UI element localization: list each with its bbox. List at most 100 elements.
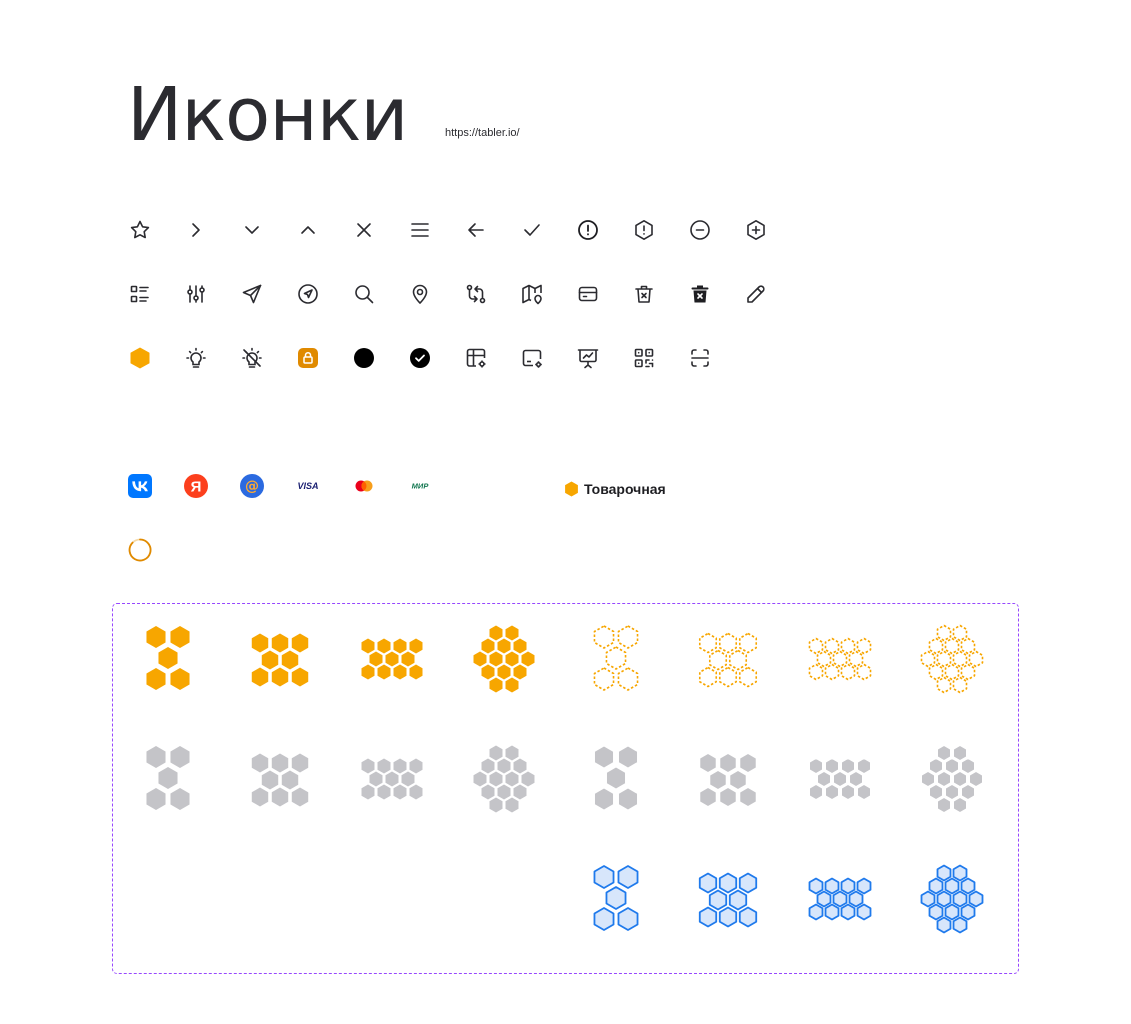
- hexagon-cell: [928, 903, 944, 921]
- hexagon-cell: [497, 784, 511, 800]
- hexagon-cell: [261, 770, 279, 790]
- search-icon[interactable]: [352, 282, 376, 306]
- minus-circle-icon[interactable]: [688, 218, 712, 242]
- hexagon-cell: [929, 758, 943, 774]
- hexagon-cell: [251, 787, 269, 807]
- hexagon-cell: [605, 646, 627, 670]
- list-details-icon[interactable]: [128, 282, 152, 306]
- loader-spinner-icon: [128, 538, 152, 562]
- hexagon-cell: [271, 667, 289, 687]
- hexagon-cell: [521, 651, 535, 667]
- adjustments-icon[interactable]: [184, 282, 208, 306]
- hexagon-cell: [728, 649, 748, 671]
- hexagon-cell: [728, 889, 748, 911]
- pencil-icon[interactable]: [744, 282, 768, 306]
- alert-hexagon-icon[interactable]: [632, 218, 656, 242]
- hexagon-cell: [481, 758, 495, 774]
- send-icon[interactable]: [240, 282, 264, 306]
- alert-circle-icon[interactable]: [576, 218, 600, 242]
- hexagon-cell: [617, 787, 639, 811]
- hexagon-cell: [593, 787, 615, 811]
- hexagon-cell: [261, 650, 279, 670]
- hexagon-cell: [936, 864, 952, 882]
- hexagon-cell: [953, 745, 967, 761]
- presentation-chart-icon[interactable]: [576, 346, 600, 370]
- map-pin-map-icon[interactable]: [520, 282, 544, 306]
- menu-icon[interactable]: [408, 218, 432, 242]
- chevron-up-icon[interactable]: [296, 218, 320, 242]
- hexagon-cell: [824, 663, 840, 681]
- hexagon-cell: [719, 753, 737, 773]
- hexagon-cell: [920, 890, 936, 908]
- hexagon-cell: [840, 663, 856, 681]
- yandex-icon[interactable]: Я: [184, 474, 208, 498]
- hexagon-cell: [824, 877, 840, 895]
- hexagon-cell: [833, 771, 847, 787]
- hexagon-cluster-icon: [473, 625, 535, 693]
- hexagon-cell: [816, 890, 832, 908]
- credit-card-icon[interactable]: [576, 282, 600, 306]
- hexagon-cell: [817, 771, 831, 787]
- hexagon-cell: [377, 784, 391, 800]
- switch-arrows-icon[interactable]: [464, 282, 488, 306]
- plus-hexagon-icon[interactable]: [744, 218, 768, 242]
- arrow-left-icon[interactable]: [464, 218, 488, 242]
- hexagon-cell: [840, 637, 856, 655]
- check-icon[interactable]: [520, 218, 544, 242]
- hexagon-cluster-icon: [698, 632, 758, 688]
- mir-icon[interactable]: МИР: [408, 474, 432, 498]
- chevron-down-icon[interactable]: [240, 218, 264, 242]
- table-settings-icon[interactable]: [464, 346, 488, 370]
- star-icon[interactable]: [128, 218, 152, 242]
- mastercard-icon[interactable]: [352, 474, 376, 498]
- hexagon-cell: [832, 890, 848, 908]
- hexagon-cell: [593, 625, 615, 649]
- hexagon-cell: [961, 784, 975, 800]
- scan-icon[interactable]: [688, 346, 712, 370]
- trash-x-filled-icon[interactable]: [688, 282, 712, 306]
- vk-icon[interactable]: [128, 474, 152, 498]
- hexagon-cell: [928, 637, 944, 655]
- hexagon-cell: [489, 771, 503, 787]
- lock-square-icon[interactable]: [296, 346, 320, 370]
- hexagon-cell: [593, 865, 615, 889]
- hexagon-cluster-icon: [593, 625, 639, 691]
- hex-cluster-gray-fill-4: [464, 739, 544, 819]
- hexagon-cell: [401, 771, 415, 787]
- hex-cluster-blue-outline-2: [688, 859, 768, 939]
- close-icon[interactable]: [352, 218, 376, 242]
- visa-icon[interactable]: VISA: [296, 474, 320, 498]
- hexagon-cluster-icon: [920, 624, 984, 694]
- hexagon-cluster-icon: [699, 753, 757, 807]
- hexagon-cell: [738, 872, 758, 894]
- hexagon-cluster-icon: [593, 865, 639, 931]
- hexagon-cell: [369, 651, 383, 667]
- hexagon-cell: [952, 864, 968, 882]
- hexagon-cell: [719, 787, 737, 807]
- qrcode-icon[interactable]: [632, 346, 656, 370]
- hexagon-cell: [361, 638, 375, 654]
- hexagon-cell: [718, 632, 738, 654]
- map-pin-icon[interactable]: [408, 282, 432, 306]
- hexagon-cell: [841, 784, 855, 800]
- device-settings-icon[interactable]: [520, 346, 544, 370]
- circle-filled-icon[interactable]: [352, 346, 376, 370]
- chevron-right-icon[interactable]: [184, 218, 208, 242]
- hexagon-cell: [920, 650, 936, 668]
- hexagon-cell: [937, 771, 951, 787]
- hexagon-cell: [698, 666, 718, 688]
- hexagon-cell: [617, 907, 639, 931]
- hexagon-cell: [825, 784, 839, 800]
- hexagon-cell: [937, 745, 951, 761]
- circle-check-filled-icon[interactable]: [408, 346, 432, 370]
- mail-ru-icon[interactable]: @: [240, 474, 264, 498]
- navigation-circle-icon[interactable]: [296, 282, 320, 306]
- trash-x-icon[interactable]: [632, 282, 656, 306]
- bulb-off-icon[interactable]: [240, 346, 264, 370]
- hexagon-cell: [393, 664, 407, 680]
- bulb-icon[interactable]: [184, 346, 208, 370]
- tabler-link[interactable]: https://tabler.io/: [445, 127, 520, 139]
- hexagon-filled-icon[interactable]: [128, 346, 152, 370]
- hexagon-cell: [832, 650, 848, 668]
- hexagon-cell: [377, 664, 391, 680]
